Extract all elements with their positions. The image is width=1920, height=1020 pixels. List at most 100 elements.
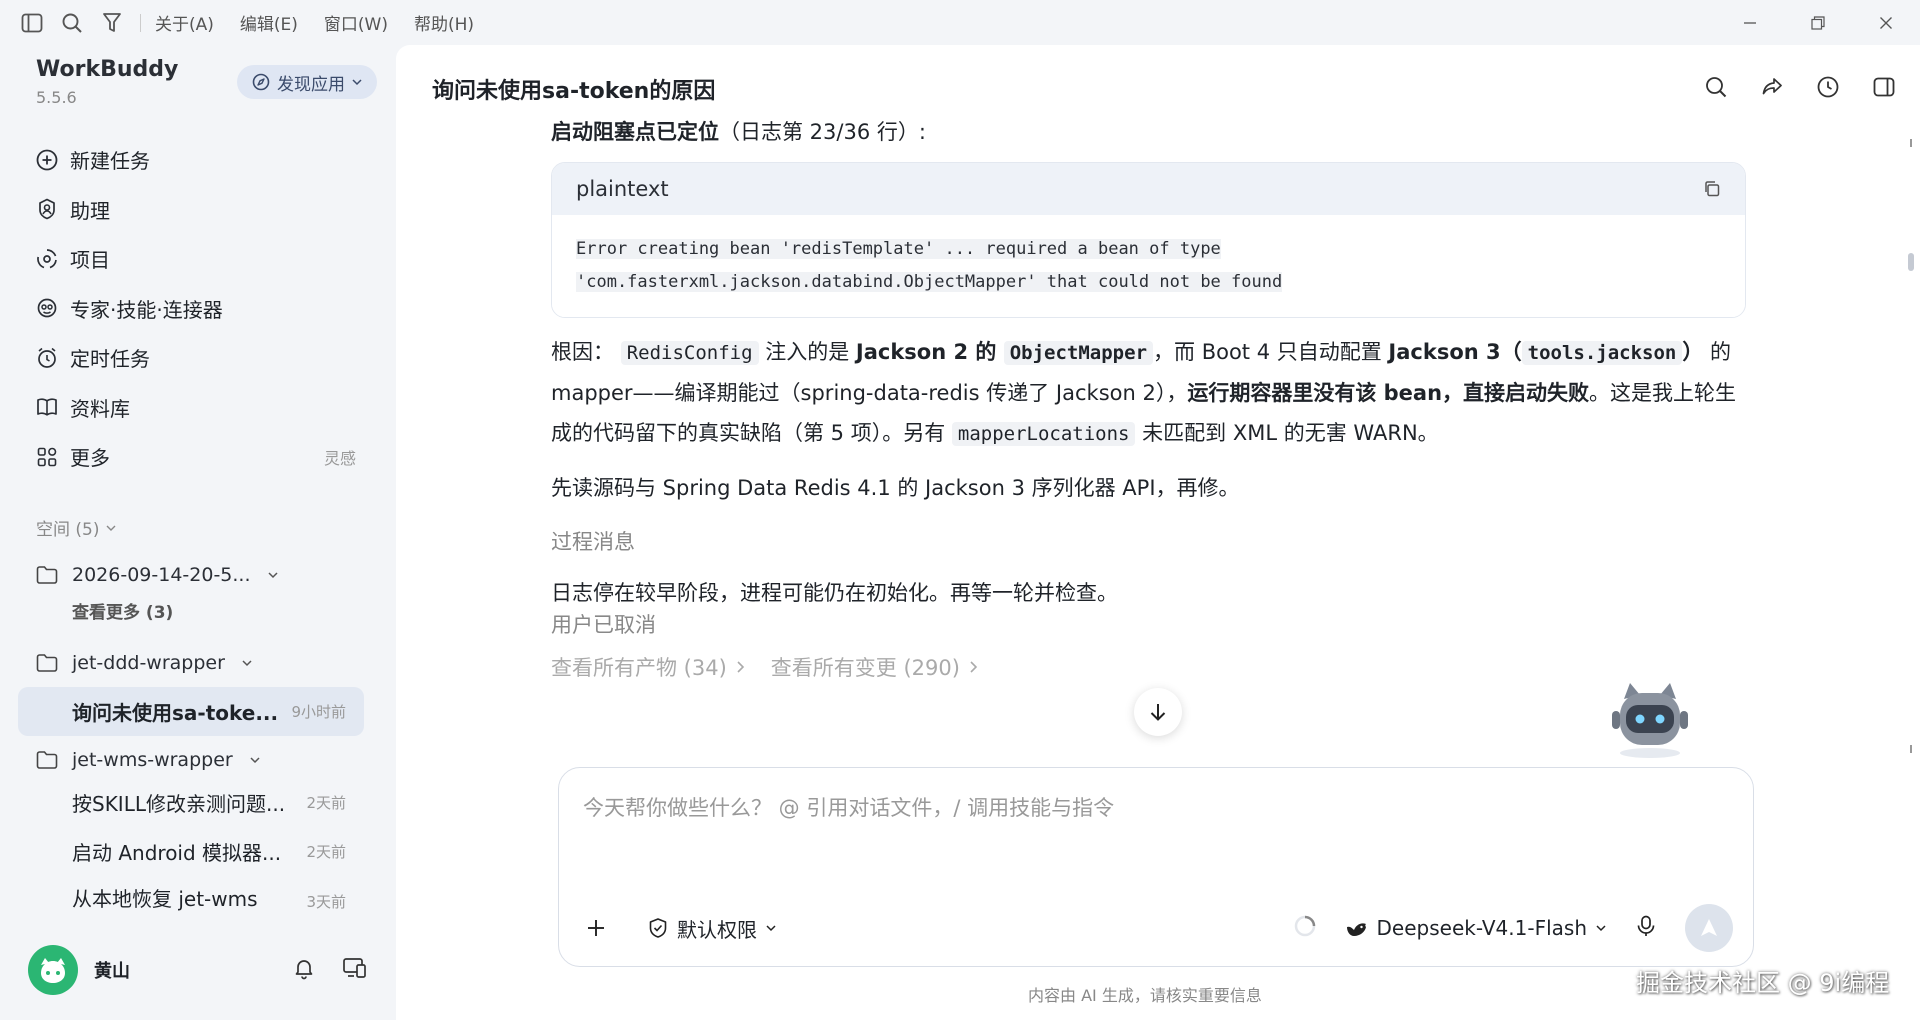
brand: WorkBuddy 5.5.6 (36, 57, 178, 107)
task-item[interactable]: 从本地恢复 jet-wms 3天前 (18, 876, 364, 912)
avatar[interactable] (28, 945, 78, 995)
nav-assistant[interactable]: 助理 (18, 185, 364, 235)
chevron-down-icon[interactable] (267, 569, 279, 581)
send-button[interactable] (1685, 904, 1733, 952)
inspiration-link[interactable]: 灵感 (324, 445, 356, 469)
folder-name: 2026-09-14-20-5... (72, 564, 251, 586)
panel-toggle-icon[interactable] (1870, 73, 1898, 101)
copy-icon[interactable] (1703, 180, 1721, 198)
task-time: 9小时前 (291, 703, 346, 721)
menu-about[interactable]: 关于(A) (155, 10, 214, 35)
folder-item[interactable]: 2026-09-14-20-5... (18, 557, 364, 593)
scroll-to-bottom-button[interactable] (1134, 688, 1182, 736)
scrollbar-thumb[interactable] (1908, 253, 1914, 271)
message-heading: 启动阻塞点已定位（日志第 23/36 行）: (551, 120, 1746, 144)
robot-mascot-icon[interactable] (1606, 675, 1694, 760)
nav-experts[interactable]: 专家·技能·连接器 (18, 284, 364, 334)
task-item[interactable]: 启动 Android 模拟器... 2天前 (18, 827, 364, 876)
folder-name: jet-wms-wrapper (72, 749, 233, 771)
page-title: 询问未使用sa-token的原因 (432, 79, 716, 104)
menu-help[interactable]: 帮助(H) (414, 10, 474, 35)
restore-icon[interactable] (1784, 0, 1852, 45)
model-selector[interactable]: Deepseek-V4.1-Flash (1345, 916, 1607, 940)
menu-edit[interactable]: 编辑(E) (240, 10, 298, 35)
nav-scheduled[interactable]: 定时任务 (18, 333, 364, 383)
scrollbar-down-arrow[interactable] (1910, 745, 1912, 753)
scrollbar-up-arrow[interactable] (1910, 139, 1912, 147)
filter-icon[interactable] (98, 9, 126, 37)
compass-icon (252, 73, 270, 91)
folder-icon (36, 651, 60, 675)
chevron-right-icon (970, 661, 978, 673)
titlebar-divider (140, 13, 141, 32)
window-controls (1716, 0, 1920, 45)
top-actions (1702, 73, 1898, 101)
task-item[interactable]: 按SKILL修改亲测问题... 2天前 (18, 778, 364, 827)
task-title: 询问未使用sa-toke... (72, 701, 279, 725)
folder-item[interactable]: jet-ddd-wrapper (18, 645, 364, 681)
folder-name: jet-ddd-wrapper (72, 652, 225, 674)
permission-dropdown[interactable]: 默认权限 (647, 914, 777, 943)
text-span: 根因： (551, 340, 614, 364)
main-panel: 询问未使用sa-token的原因 启动阻塞点已定位（日志第 23/36 行）: … (396, 45, 1920, 1020)
task-time: 3天前 (306, 893, 346, 911)
view-changes-link[interactable]: 查看所有变更 (290) (771, 652, 978, 682)
bold-span: Jackson 2 的 (855, 340, 1004, 364)
search-icon[interactable] (1702, 73, 1730, 101)
code-line: Error creating bean 'redisTemplate' ... … (576, 233, 1721, 266)
whale-icon (1346, 923, 1366, 936)
see-more-link[interactable]: 查看更多 (3) (18, 593, 364, 627)
plus-circle-icon (34, 147, 60, 173)
inline-code: ObjectMapper (1003, 341, 1154, 365)
discover-apps-button[interactable]: 发现应用 (237, 65, 377, 99)
app-name: WorkBuddy (36, 57, 179, 82)
model-label: Deepseek-V4.1-Flash (1376, 916, 1587, 940)
chevron-down-icon[interactable] (241, 657, 253, 669)
user-actions (292, 956, 368, 984)
add-attachment-button[interactable] (585, 917, 607, 939)
share-icon[interactable] (1758, 73, 1786, 101)
bell-icon[interactable] (292, 956, 316, 984)
composer-right-group: Deepseek-V4.1-Flash (1293, 904, 1733, 952)
workspace-tree: 2026-09-14-20-5... 查看更多 (3) jet-ddd-wrap… (18, 557, 364, 912)
inline-code: mapperLocations (951, 422, 1136, 446)
view-artifacts-link[interactable]: 查看所有产物 (34) (551, 652, 745, 682)
code-block: plaintext Error creating bean 'redisTemp… (551, 162, 1746, 318)
folder-item[interactable]: jet-wms-wrapper (18, 742, 364, 778)
nav-library[interactable]: 资料库 (18, 383, 364, 433)
grid-icon (34, 444, 60, 470)
minimize-icon[interactable] (1716, 0, 1784, 45)
bold-span: 运行期容器里没有该 bean，直接启动失败 (1187, 381, 1590, 405)
device-icon[interactable] (342, 956, 368, 984)
nav-new-task[interactable]: 新建任务 (18, 135, 364, 185)
sidebar-toggle-icon[interactable] (18, 9, 46, 37)
text-span: 未匹配到 XML 的无害 WARN。 (1135, 421, 1439, 445)
task-item-active[interactable]: 询问未使用sa-toke... 9小时前 (18, 687, 364, 736)
code-language: plaintext (576, 177, 669, 201)
book-icon (34, 394, 60, 420)
code-line-text: 'com.fasterxml.jackson.databind.ObjectMa… (576, 272, 1283, 292)
composer-toolbar: 默认权限 Deepseek-V4.1-Flash (585, 904, 1733, 952)
nav-project[interactable]: 项目 (18, 234, 364, 284)
process-messages-toggle[interactable]: 过程消息 (551, 522, 1746, 562)
heading-rest: （日志第 23/36 行）: (719, 120, 926, 144)
message-paragraph: 日志停在较早阶段，进程可能仍在初始化。再等一轮并检查。 (551, 581, 1118, 605)
code-line-text: Error creating bean 'redisTemplate' ... … (576, 239, 1221, 259)
microphone-icon[interactable] (1635, 914, 1657, 942)
code-block-body: Error creating bean 'redisTemplate' ... … (552, 215, 1745, 317)
space-header[interactable]: 空间 (5) (36, 515, 117, 540)
search-icon[interactable] (58, 9, 86, 37)
space-label: 空间 (5) (36, 520, 100, 540)
history-icon[interactable] (1814, 73, 1842, 101)
nav-more[interactable]: 更多 灵感 (18, 432, 364, 482)
menu-window[interactable]: 窗口(W) (324, 10, 388, 35)
watermark: 掘金技术社区 @ 9i编程 (1636, 969, 1890, 997)
close-icon[interactable] (1852, 0, 1920, 45)
composer: 默认权限 Deepseek-V4.1-Flash (558, 767, 1754, 967)
chat-input[interactable] (583, 788, 1723, 828)
plus-icon (588, 920, 604, 936)
chevron-down-icon[interactable] (249, 754, 261, 766)
nav-new-task-label: 新建任务 (70, 149, 150, 174)
user-bar: 黄山 (28, 943, 368, 997)
expert-icon (34, 295, 60, 321)
